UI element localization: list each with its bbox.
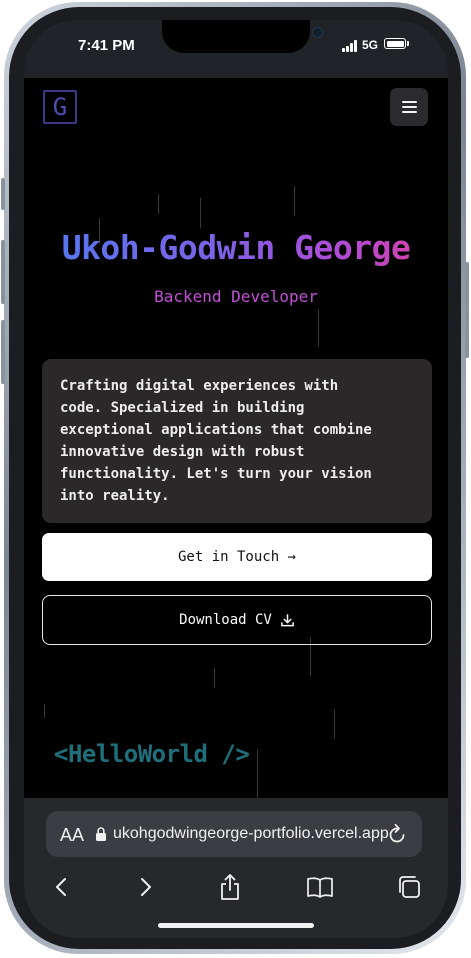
volume-down-button: [1, 320, 5, 384]
status-bar: 7:41 PM 5G: [24, 20, 448, 78]
rain-streak: [158, 194, 159, 214]
download-cv-label: Download CV: [179, 612, 272, 628]
phone-screen: 7:41 PM 5G G Ukoh-Godwin George Backend …: [24, 20, 448, 938]
mute-switch: [1, 178, 5, 210]
download-icon: [280, 613, 294, 626]
bio-text: Crafting digital experiences with code. …: [60, 378, 372, 504]
signal-icon: [342, 40, 358, 52]
dynamic-island: [162, 20, 323, 53]
status-time: 7:41 PM: [78, 37, 135, 54]
menu-button[interactable]: [390, 88, 428, 126]
get-in-touch-button[interactable]: Get in Touch →: [42, 533, 432, 581]
rain-streak: [257, 750, 258, 798]
battery-icon: [384, 38, 406, 49]
tabs-icon[interactable]: [394, 872, 424, 902]
rain-streak: [200, 198, 201, 228]
volume-up-button: [1, 240, 5, 304]
power-button: [465, 262, 469, 358]
bookmarks-icon[interactable]: [305, 872, 335, 902]
back-icon[interactable]: [47, 872, 77, 902]
browser-toolbar: AA ukohgodwingeorge-portfolio.vercel.app: [24, 798, 448, 938]
portfolio-page[interactable]: G Ukoh-Godwin George Backend Developer C…: [24, 78, 448, 798]
text-size-label: AA: [60, 825, 85, 845]
rain-streak: [334, 710, 335, 738]
get-in-touch-label: Get in Touch →: [177, 549, 296, 565]
home-indicator: [158, 923, 314, 928]
hamburger-icon-bar: [402, 106, 417, 108]
hello-world-tag: <HelloWorld />: [54, 740, 250, 768]
address-bar[interactable]: AA ukohgodwingeorge-portfolio.vercel.app: [46, 811, 422, 857]
forward-icon[interactable]: [130, 872, 160, 902]
hero-role: Backend Developer: [154, 287, 318, 306]
rain-streak: [318, 310, 319, 346]
rain-streak: [214, 668, 215, 688]
hamburger-icon-bar: [402, 111, 417, 113]
camera-icon: [312, 27, 323, 38]
network-label: 5G: [362, 38, 379, 52]
reload-icon[interactable]: [386, 822, 408, 846]
hamburger-icon: [402, 101, 417, 103]
bio-card: Crafting digital experiences with code. …: [42, 359, 432, 523]
rain-streak: [294, 186, 295, 216]
share-icon[interactable]: [215, 872, 245, 902]
lock-icon: [96, 827, 106, 841]
battery-cap: [407, 41, 409, 46]
rain-streak: [44, 704, 45, 718]
hero-name: Ukoh-Godwin George: [24, 228, 448, 267]
site-logo[interactable]: G: [43, 90, 77, 124]
download-cv-button[interactable]: Download CV: [42, 595, 432, 645]
text-size-button[interactable]: AA: [60, 825, 84, 846]
url-text[interactable]: ukohgodwingeorge-portfolio.vercel.app: [113, 825, 389, 843]
